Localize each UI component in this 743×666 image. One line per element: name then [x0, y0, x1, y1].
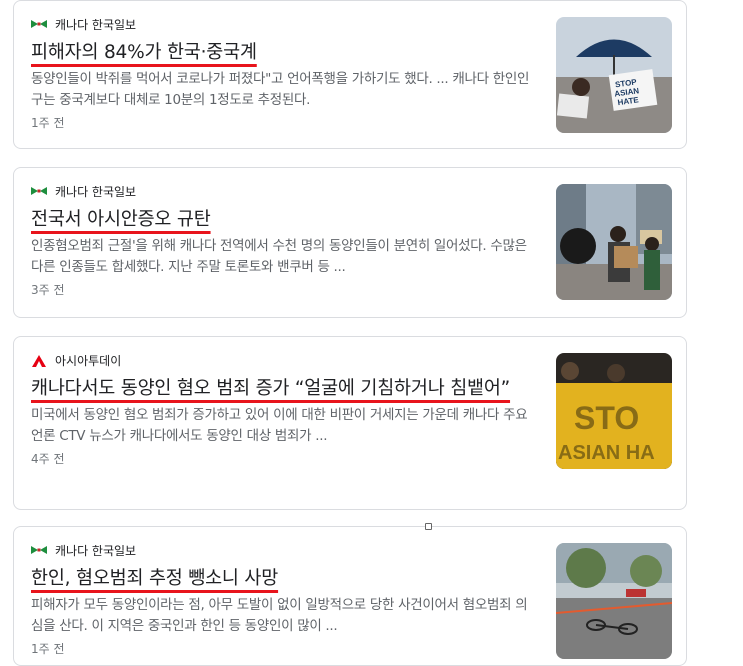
- news-snippet: 미국에서 동양인 혐오 범죄가 증가하고 있어 이에 대한 비판이 거세지는 가…: [31, 407, 528, 444]
- news-card[interactable]: 캐나다 한국일보 한인, 혐오범죄 추정 뺑소니 사망 피해자가 모두 동양인이…: [13, 526, 687, 666]
- news-card[interactable]: 캐나다 한국일보 피해자의 84%가 한국·중국계 동양인들이 박쥐를 먹어서 …: [13, 0, 687, 149]
- news-thumbnail[interactable]: STO ASIAN HA: [556, 353, 672, 469]
- news-source: 캐나다 한국일보: [31, 182, 536, 200]
- news-age: 4주 전: [31, 452, 65, 466]
- news-source: 캐나다 한국일보: [31, 15, 536, 33]
- news-headline[interactable]: 캐나다서도 동양인 혐오 범죄 증가 “얼굴에 기침하거나 침뱉어”: [31, 376, 536, 402]
- news-snippet: 피해자가 모두 동양인이라는 점, 아무 도발이 없이 일방적으로 당한 사건이…: [31, 597, 528, 634]
- korea-times-logo-icon: [31, 18, 47, 30]
- news-headline[interactable]: 한인, 혐오범죄 추정 뺑소니 사망: [31, 566, 536, 592]
- news-card[interactable]: 아시아투데이 캐나다서도 동양인 혐오 범죄 증가 “얼굴에 기침하거나 침뱉어…: [13, 336, 687, 510]
- source-name: 캐나다 한국일보: [55, 543, 137, 558]
- news-thumbnail[interactable]: [556, 184, 672, 300]
- news-thumbnail[interactable]: STOP ASIAN HATE: [556, 17, 672, 133]
- news-card[interactable]: 캐나다 한국일보 전국서 아시안증오 규탄 인종혐오범죄 근절'을 위해 캐나다…: [13, 167, 687, 318]
- news-age: 3주 전: [31, 283, 65, 297]
- korea-times-logo-icon: [31, 185, 47, 197]
- news-source: 아시아투데이: [31, 351, 536, 369]
- news-source: 캐나다 한국일보: [31, 541, 536, 559]
- korea-times-logo-icon: [31, 544, 47, 556]
- news-snippet: 동양인들이 박쥐를 먹어서 코로나가 퍼졌다"고 언어폭행을 가하기도 했다. …: [31, 71, 530, 108]
- svg-text:STO: STO: [574, 400, 639, 436]
- source-name: 캐나다 한국일보: [55, 17, 137, 32]
- scroll-anchor-icon: [425, 523, 432, 530]
- source-name: 아시아투데이: [55, 353, 122, 368]
- asiatoday-logo-icon: [31, 354, 47, 367]
- news-snippet: 인종혐오범죄 근절'을 위해 캐나다 전역에서 수천 명의 동양인들이 분연히 …: [31, 238, 527, 275]
- news-age: 1주 전: [31, 642, 65, 656]
- source-name: 캐나다 한국일보: [55, 184, 137, 199]
- news-age: 1주 전: [31, 116, 65, 130]
- news-thumbnail[interactable]: [556, 543, 672, 659]
- news-headline[interactable]: 전국서 아시안증오 규탄: [31, 207, 536, 233]
- news-headline[interactable]: 피해자의 84%가 한국·중국계: [31, 40, 536, 66]
- svg-text:ASIAN HA: ASIAN HA: [558, 442, 655, 464]
